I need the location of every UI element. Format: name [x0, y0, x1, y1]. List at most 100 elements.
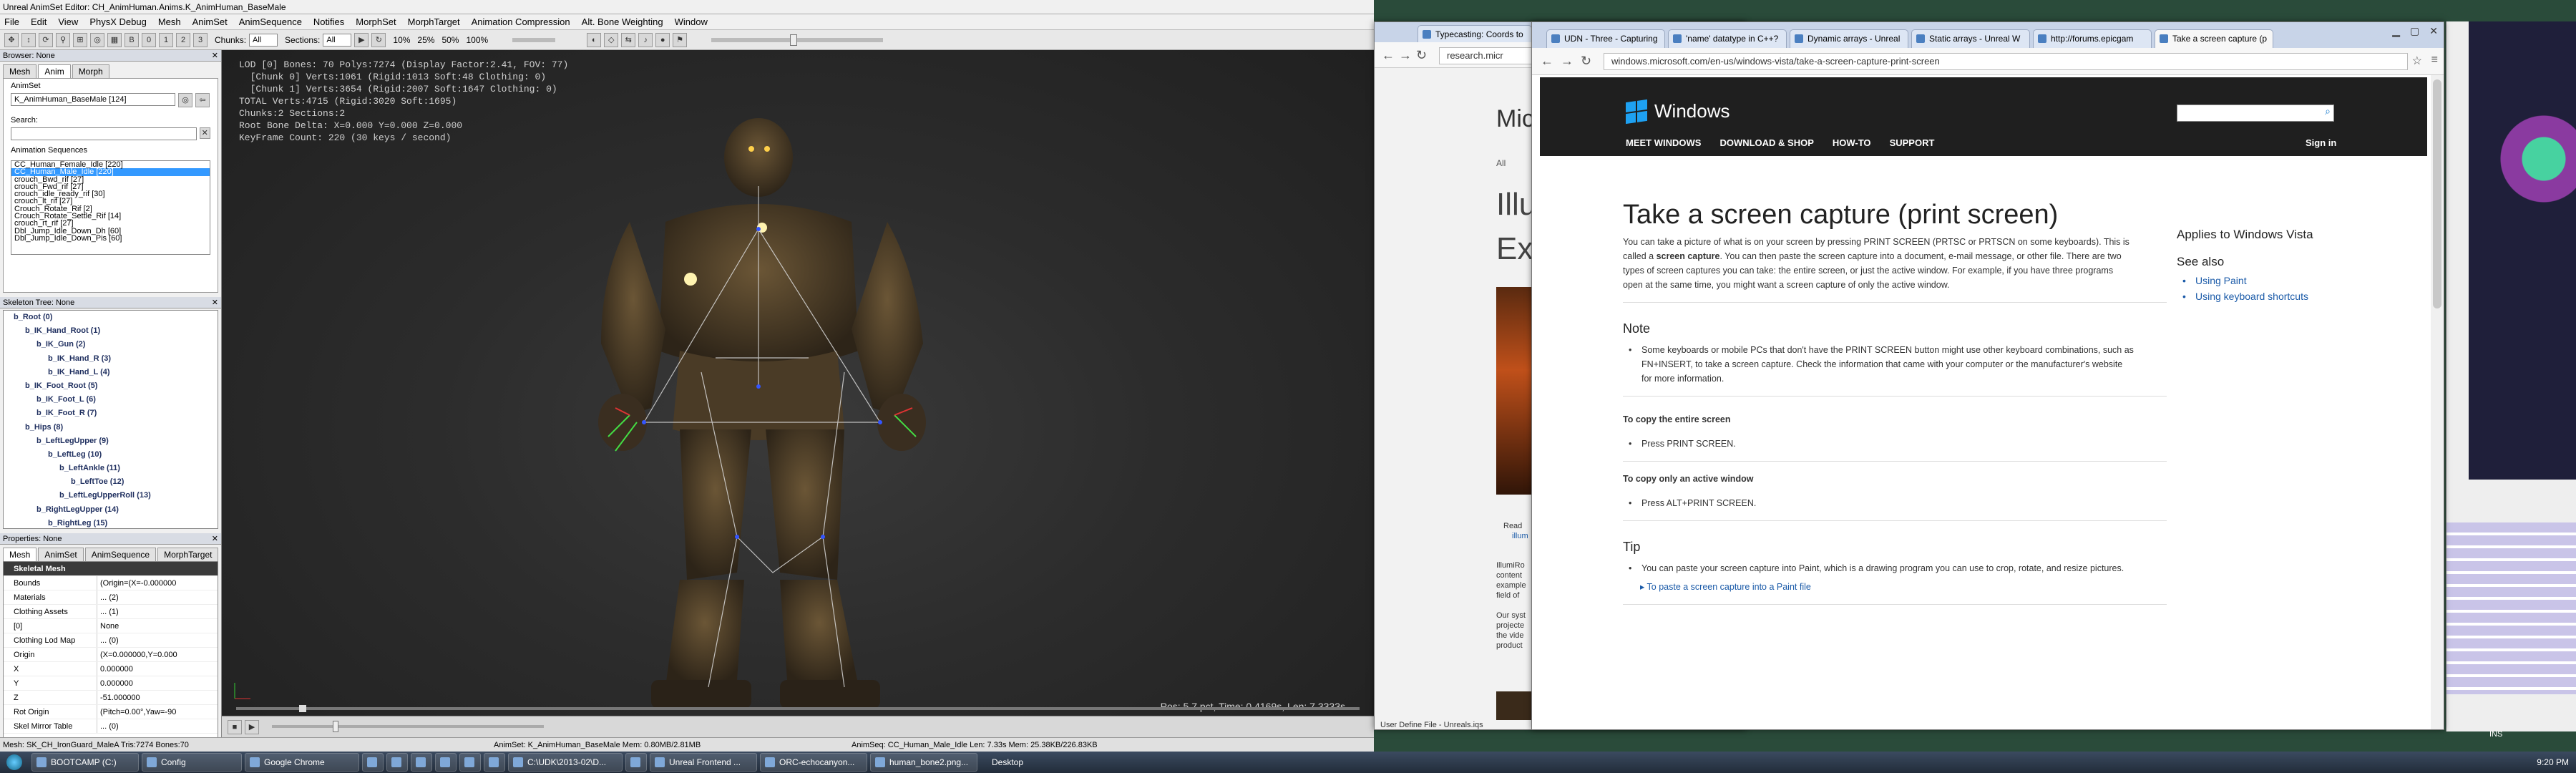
- bone-tool-button[interactable]: ⚲: [56, 32, 70, 47]
- bg-illum-link[interactable]: illum: [1512, 532, 1528, 540]
- taskbar-item[interactable]: [484, 753, 505, 772]
- forward-icon[interactable]: →: [1399, 48, 1412, 63]
- tree-item[interactable]: b_LeftLegUpperRoll (13): [4, 489, 218, 502]
- tab-animset-props[interactable]: AnimSet: [38, 548, 84, 561]
- 3d-viewport[interactable]: LOD [0] Bones: 70 Polys:7274 (Display Fa…: [222, 50, 1374, 737]
- close-icon[interactable]: ✕: [2429, 25, 2438, 37]
- menu-item-window[interactable]: Window: [675, 16, 708, 27]
- expand-paint-link[interactable]: ▸ To paste a screen capture into a Paint…: [1640, 582, 1811, 592]
- playback-rate-slider[interactable]: [711, 34, 884, 46]
- address-bar[interactable]: windows.microsoft.com/en-us/windows-vist…: [1604, 53, 2408, 70]
- socket-tool-button[interactable]: ◎: [90, 32, 104, 47]
- property-row[interactable]: Materials ... (2): [4, 590, 218, 605]
- taskbar-item[interactable]: [362, 753, 384, 772]
- animset-select[interactable]: K_AnimHuman_BaseMale [124]: [11, 93, 175, 106]
- tab-mesh[interactable]: Mesh: [3, 64, 37, 78]
- property-grid[interactable]: Skeletal Mesh Bounds (Origin=(X=-0.000000 M…: [3, 561, 218, 742]
- speed-100-label[interactable]: 100%: [466, 35, 488, 45]
- tree-item[interactable]: b_RightLeg (15): [4, 517, 218, 528]
- close-icon[interactable]: ✕: [212, 533, 218, 545]
- menu-item-physx-debug[interactable]: PhysX Debug: [89, 16, 147, 27]
- tree-item[interactable]: b_IK_Hand_R (3): [4, 352, 218, 366]
- bg-all-link[interactable]: All: [1496, 158, 1506, 168]
- property-row[interactable]: Clothing Assets ... (1): [4, 605, 218, 619]
- close-icon[interactable]: ✕: [212, 50, 218, 62]
- menu-item-edit[interactable]: Edit: [31, 16, 47, 27]
- lod-2-button[interactable]: 2: [176, 32, 190, 47]
- browser-tab[interactable]: Static arrays - Unreal W: [1911, 29, 2030, 48]
- menu-icon[interactable]: ≡: [2431, 54, 2438, 67]
- tree-item[interactable]: b_RightLegUpper (14): [4, 503, 218, 517]
- windows-logo[interactable]: Windows: [1626, 99, 1729, 124]
- speed-50-label[interactable]: 50%: [441, 35, 459, 45]
- menu-item-animset[interactable]: AnimSet: [192, 16, 228, 27]
- lod-1-button[interactable]: 1: [159, 32, 173, 47]
- site-nav-item[interactable]: MEET WINDOWS: [1626, 137, 1701, 148]
- tab-mesh-props[interactable]: Mesh: [3, 548, 37, 561]
- clear-icon[interactable]: ✕: [199, 127, 210, 139]
- flag-button[interactable]: ⚑: [673, 32, 688, 47]
- property-row[interactable]: Rot Origin (Pitch=0.00°,Yaw=-90: [4, 705, 218, 719]
- tree-item[interactable]: b_IK_Hand_Root (1): [4, 324, 218, 338]
- menu-item-morphtarget[interactable]: MorphTarget: [408, 16, 460, 27]
- property-row[interactable]: X 0.000000: [4, 662, 218, 676]
- browse-icon[interactable]: ◎: [178, 93, 192, 107]
- start-button[interactable]: [0, 752, 29, 773]
- bold-tool-button[interactable]: B: [125, 32, 139, 47]
- property-row[interactable]: Clothing Lod Map ... (0): [4, 633, 218, 648]
- property-value[interactable]: 0.000000: [97, 676, 218, 690]
- property-value[interactable]: (Pitch=0.00°,Yaw=-90: [97, 705, 218, 719]
- site-nav-item[interactable]: HOW-TO: [1833, 137, 1871, 148]
- tab-morph[interactable]: Morph: [72, 64, 109, 78]
- tree-item[interactable]: b_LeftLeg (10): [4, 448, 218, 462]
- back-icon[interactable]: ←: [1382, 48, 1395, 63]
- sections-select[interactable]: All: [323, 33, 352, 47]
- taskbar-item[interactable]: [459, 753, 481, 772]
- menu-item-mesh[interactable]: Mesh: [158, 16, 181, 27]
- menu-item-view[interactable]: View: [58, 16, 78, 27]
- tree-item[interactable]: b_Root (0): [4, 311, 218, 324]
- cam-button[interactable]: ◐: [587, 32, 602, 47]
- bookmark-star-icon[interactable]: ☆: [2412, 54, 2422, 68]
- taskbar-item[interactable]: [411, 753, 432, 772]
- loop-button[interactable]: ↻: [371, 32, 386, 47]
- site-nav-item[interactable]: DOWNLOAD & SHOP: [1719, 137, 1813, 148]
- taskbar-item[interactable]: human_bone2.png...: [870, 753, 977, 772]
- select-tool-button[interactable]: ✥: [4, 32, 19, 47]
- character-model[interactable]: [522, 115, 995, 723]
- mirror-button[interactable]: ⇆: [621, 32, 636, 47]
- tree-item[interactable]: b_IK_Foot_L (6): [4, 393, 218, 407]
- menu-item-animsequence[interactable]: AnimSequence: [239, 16, 302, 27]
- property-value[interactable]: ... (2): [97, 590, 218, 604]
- tree-item[interactable]: b_LeftAnkle (11): [4, 462, 218, 475]
- taskbar-item[interactable]: ORC-echocanyon...: [760, 753, 867, 772]
- chunks-select[interactable]: All: [249, 33, 278, 47]
- tab-typecasting[interactable]: Typecasting: Coords to: [1418, 25, 1532, 44]
- site-nav-item[interactable]: SUPPORT: [1890, 137, 1935, 148]
- taskbar-item[interactable]: BOOTCAMP (C:): [31, 753, 139, 772]
- property-row[interactable]: Skeletal Mesh: [4, 562, 218, 576]
- tab-animsequence-props[interactable]: AnimSequence: [84, 548, 157, 561]
- speed-10-label[interactable]: 10%: [393, 35, 410, 45]
- timeline-track[interactable]: [236, 705, 1360, 712]
- tree-item[interactable]: b_LeftToe (12): [4, 475, 218, 489]
- taskbar-item[interactable]: Config: [142, 753, 242, 772]
- property-value[interactable]: (Origin=(X=-0.000000: [97, 576, 218, 590]
- timeline-scrub-handle[interactable]: [299, 705, 306, 712]
- property-row[interactable]: Skel Mirror Table ... (0): [4, 719, 218, 734]
- tab-morphtarget-props[interactable]: MorphTarget: [157, 548, 219, 561]
- play-button[interactable]: ▶: [354, 32, 369, 47]
- play-anim-button[interactable]: ▶: [245, 720, 259, 734]
- search-icon[interactable]: ⌕: [2325, 105, 2331, 117]
- sequence-list[interactable]: CC_Human_Female_Idle [220] CC_Human_Male_…: [11, 160, 210, 255]
- tree-item[interactable]: b_Hips (8): [4, 421, 218, 434]
- move-tool-button[interactable]: ↕: [21, 32, 36, 47]
- use-selected-icon[interactable]: ⇦: [195, 93, 210, 107]
- taskbar-item[interactable]: [386, 753, 408, 772]
- browser-tab[interactable]: http://forums.epicgam: [2033, 29, 2152, 48]
- taskbar-item[interactable]: C:\UDK\2013-02\D...: [508, 753, 623, 772]
- property-row[interactable]: [0] None: [4, 619, 218, 633]
- property-value[interactable]: ... (0): [97, 719, 218, 733]
- wire-tool-button[interactable]: ⊞: [73, 32, 87, 47]
- menu-item-file[interactable]: File: [4, 16, 19, 27]
